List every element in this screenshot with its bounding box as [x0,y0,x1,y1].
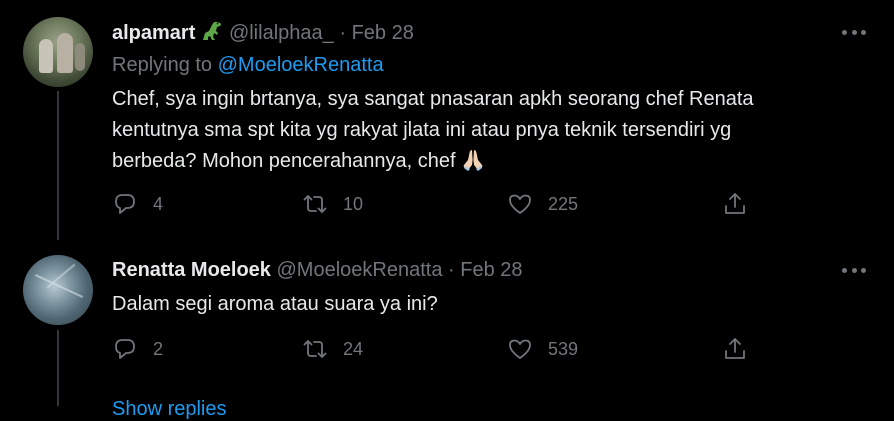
retweet-count: 24 [343,338,364,359]
avatar[interactable] [23,17,93,87]
retweet-button[interactable]: 10 [302,191,363,217]
tweet[interactable]: alpamart @lilalphaa_ · Feb 28 Replying t… [0,0,894,240]
heart-icon [509,339,531,359]
retweet-count: 10 [343,193,364,214]
tweet-text: Dalam segi aroma atau suara ya ini? [112,289,872,320]
show-replies-link[interactable]: Show replies [112,397,227,421]
author-name[interactable]: alpamart [112,22,195,44]
replying-to: Replying to @MoeloekRenatta [112,53,384,77]
tweet-actions: 4 10 225 [112,191,812,221]
more-icon[interactable] [842,258,866,282]
reply-icon [115,194,135,214]
folded-hands-icon [463,150,482,171]
like-count: 225 [548,193,579,214]
heart-icon [509,194,531,214]
reply-count: 4 [153,193,164,214]
reply-button[interactable]: 2 [112,336,163,362]
replying-label: Replying to [112,54,213,76]
reply-count: 2 [153,338,164,359]
author-handle[interactable]: @lilalphaa_ [229,22,334,44]
thread-line [57,330,59,406]
like-button[interactable]: 225 [507,191,578,217]
tweet-date[interactable]: Feb 28 [352,22,414,44]
share-icon [725,338,745,359]
tweet-date[interactable]: Feb 28 [460,259,522,281]
share-button[interactable] [722,191,748,217]
tweet-text-line: berbeda? Mohon pencerahannya, chef [112,150,456,172]
thread-line [57,91,59,240]
tweet-text-line: Dalam segi aroma atau suara ya ini? [112,293,438,315]
author-handle[interactable]: @MoeloekRenatta [277,259,443,281]
tweet-text-line: Chef, sya ingin brtanya, sya sangat pnas… [112,88,754,110]
mention-link[interactable]: @MoeloekRenatta [218,54,384,76]
tweet-text: Chef, sya ingin brtanya, sya sangat pnas… [112,84,872,177]
share-button[interactable] [722,336,748,362]
separator: · [339,22,346,44]
tweet-header: alpamart @lilalphaa_ · Feb 28 [112,20,414,45]
reply-icon [115,339,135,359]
author-name[interactable]: Renatta Moeloek [112,259,271,281]
dinosaur-icon [203,21,222,40]
retweet-icon [303,195,327,213]
retweet-button[interactable]: 24 [302,336,363,362]
avatar[interactable] [23,255,93,325]
more-icon[interactable] [842,20,866,44]
tweet-header: Renatta Moeloek @MoeloekRenatta · Feb 28 [112,258,523,282]
tweet-actions: 2 24 539 [112,336,812,366]
share-icon [725,193,745,214]
like-count: 539 [548,338,579,359]
separator: · [448,259,455,281]
retweet-icon [303,340,327,358]
like-button[interactable]: 539 [507,336,578,362]
tweet[interactable]: Renatta Moeloek @MoeloekRenatta · Feb 28… [0,240,894,406]
tweet-text-line: kentutnya sma spt kita yg rakyat jlata i… [112,119,732,141]
reply-button[interactable]: 4 [112,191,163,217]
